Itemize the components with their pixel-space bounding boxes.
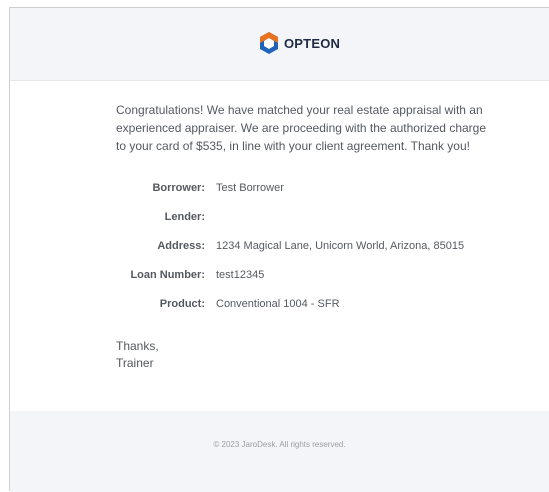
detail-row-borrower: Borrower: Test Borrower (10, 182, 549, 196)
intro-message: Congratulations! We have matched your re… (116, 103, 487, 153)
brand-name: OPTEON (284, 35, 341, 51)
signoff-greeting: Thanks, (116, 339, 159, 353)
detail-row-loan-number: Loan Number: test12345 (10, 269, 549, 283)
detail-value: Conventional 1004 - SFR (216, 298, 340, 310)
detail-label: Product: (159, 298, 205, 310)
detail-row-lender: Lender: (10, 211, 549, 225)
opteon-hexagon-logo-icon (258, 31, 280, 55)
email-footer: © 2023 JaroDesk. All rights reserved. (10, 411, 549, 492)
detail-label: Lender: (164, 211, 205, 223)
brand-logo: OPTEON (258, 30, 340, 56)
detail-value: Test Borrower (216, 182, 284, 194)
email-header: OPTEON (10, 8, 549, 81)
signoff: Thanks, Trainer (116, 338, 159, 372)
detail-label: Borrower: (152, 182, 205, 194)
copyright-text: © 2023 JaroDesk. All rights reserved. (213, 440, 346, 449)
email-body: Congratulations! We have matched your re… (116, 101, 496, 155)
detail-value: test12345 (216, 269, 265, 281)
detail-label: Loan Number: (130, 269, 205, 281)
detail-row-address: Address: 1234 Magical Lane, Unicorn Worl… (10, 240, 549, 254)
signoff-name: Trainer (116, 356, 154, 370)
detail-row-product: Product: Conventional 1004 - SFR (10, 298, 549, 312)
email-container: OPTEON Congratulations! We have matched … (9, 7, 549, 492)
detail-label: Address: (157, 240, 205, 252)
detail-value: 1234 Magical Lane, Unicorn World, Arizon… (216, 240, 465, 252)
